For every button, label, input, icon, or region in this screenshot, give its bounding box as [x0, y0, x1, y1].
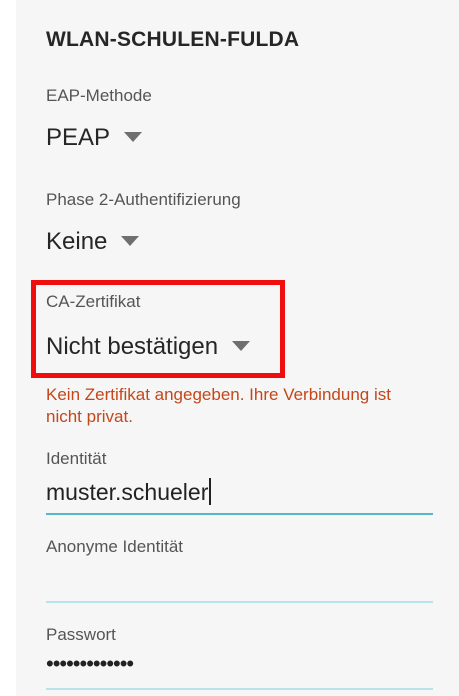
phase2-value: Keine	[46, 228, 108, 255]
identity-label: Identität	[46, 449, 107, 468]
anonymous-identity-input[interactable]	[46, 565, 433, 597]
phase2-label: Phase 2-Authentifizierung	[46, 190, 241, 209]
phase2-dropdown[interactable]: Keine	[46, 228, 140, 256]
identity-value: muster.schueler	[46, 479, 209, 505]
eap-method-value: PEAP	[46, 124, 111, 151]
anonymous-identity-underline	[46, 601, 433, 603]
ca-cert-label: CA-Zertifikat	[46, 292, 141, 311]
identity-underline	[46, 513, 433, 515]
caret-down-icon	[124, 131, 143, 142]
eap-method-dropdown[interactable]: PEAP	[46, 124, 143, 152]
password-input[interactable]: •••••••••••••	[46, 651, 134, 677]
ca-cert-value: Nicht bestätigen	[46, 333, 219, 360]
text-cursor	[209, 478, 212, 506]
caret-down-icon	[121, 235, 140, 246]
dialog-title: WLAN-SCHULEN-FULDA	[46, 28, 300, 51]
ca-cert-dropdown[interactable]: Nicht bestätigen	[46, 333, 251, 361]
caret-down-icon	[232, 340, 251, 351]
identity-input[interactable]: muster.schueler	[46, 478, 212, 507]
ca-cert-warning: Kein Zertifikat angegeben. Ihre Verbindu…	[46, 385, 391, 426]
anonymous-identity-label: Anonyme Identität	[46, 537, 184, 556]
password-label: Passwort	[46, 625, 116, 644]
eap-method-label: EAP-Methode	[46, 86, 152, 105]
password-underline	[46, 688, 433, 690]
